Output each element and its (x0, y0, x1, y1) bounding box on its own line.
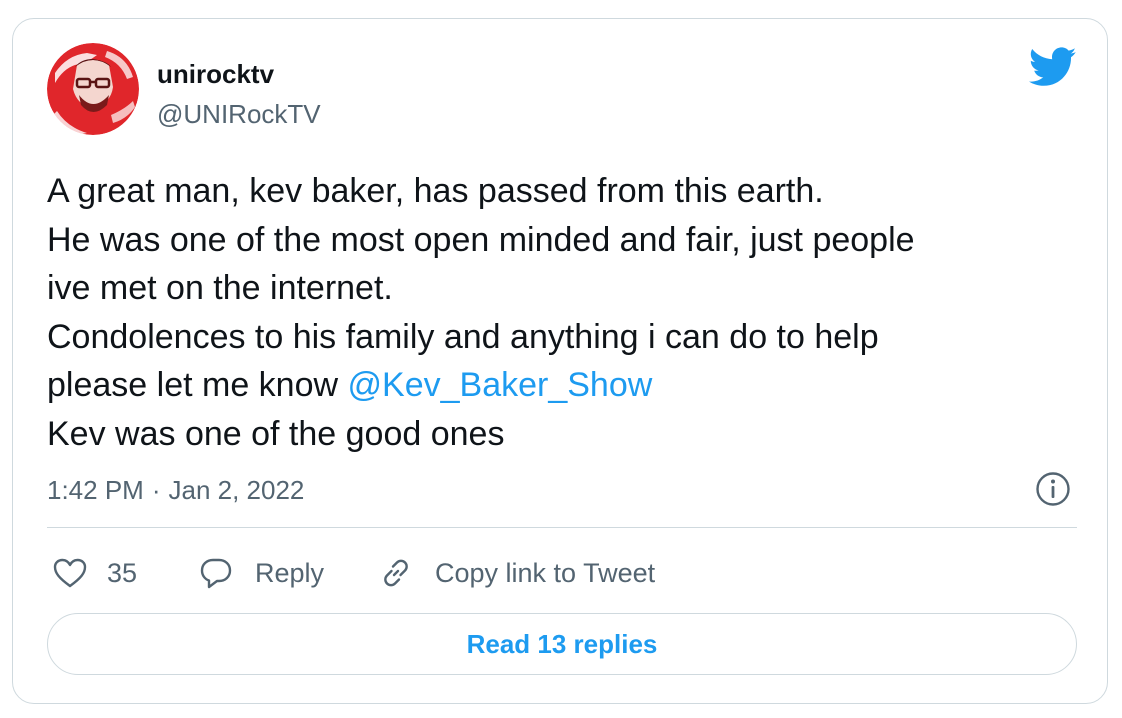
tweet-time: 1:42 PM (47, 475, 144, 505)
link-icon (379, 556, 413, 590)
tweet-line: Kev was one of the good ones (47, 414, 505, 453)
info-icon[interactable] (1035, 471, 1071, 507)
separator-dot: · (151, 475, 161, 505)
read-replies-button[interactable]: Read 13 replies (47, 613, 1077, 675)
tweet-date: Jan 2, 2022 (168, 475, 305, 505)
mention-link[interactable]: @Kev_Baker_Show (348, 366, 653, 404)
user-handle[interactable]: @UNIRockTV (157, 99, 321, 130)
reply-label: Reply (255, 557, 325, 588)
divider (47, 527, 1077, 528)
display-name[interactable]: unirocktv (157, 59, 274, 90)
speech-bubble-icon (199, 557, 233, 589)
twitter-bird-icon[interactable] (1028, 47, 1077, 89)
reply-button[interactable]: Reply (199, 551, 324, 595)
avatar[interactable] (47, 43, 139, 135)
tweet-card: unirocktv @UNIRockTV A great man, kev ba… (12, 18, 1108, 704)
like-button[interactable]: 35 (53, 551, 137, 595)
tweet-line: please let me know (47, 366, 348, 404)
like-count: 35 (107, 557, 138, 588)
copy-link-button[interactable]: Copy link to Tweet (379, 551, 655, 595)
tweet-line-with-mention: please let me know @Kev_Baker_Show (47, 361, 1067, 410)
copy-link-label: Copy link to Tweet (435, 557, 656, 588)
heart-icon (53, 558, 87, 588)
tweet-line: Condolences to his family and anything i… (47, 317, 879, 356)
tweet-text: A great man, kev baker, has passed from … (47, 167, 1067, 458)
tweet-line: ive met on the internet. (47, 269, 393, 307)
tweet-line: A great man, kev baker, has passed from … (47, 172, 824, 210)
tweet-line: He was one of the most open minded and f… (47, 220, 915, 259)
tweet-timestamp[interactable]: 1:42 PM · Jan 2, 2022 (47, 475, 304, 506)
